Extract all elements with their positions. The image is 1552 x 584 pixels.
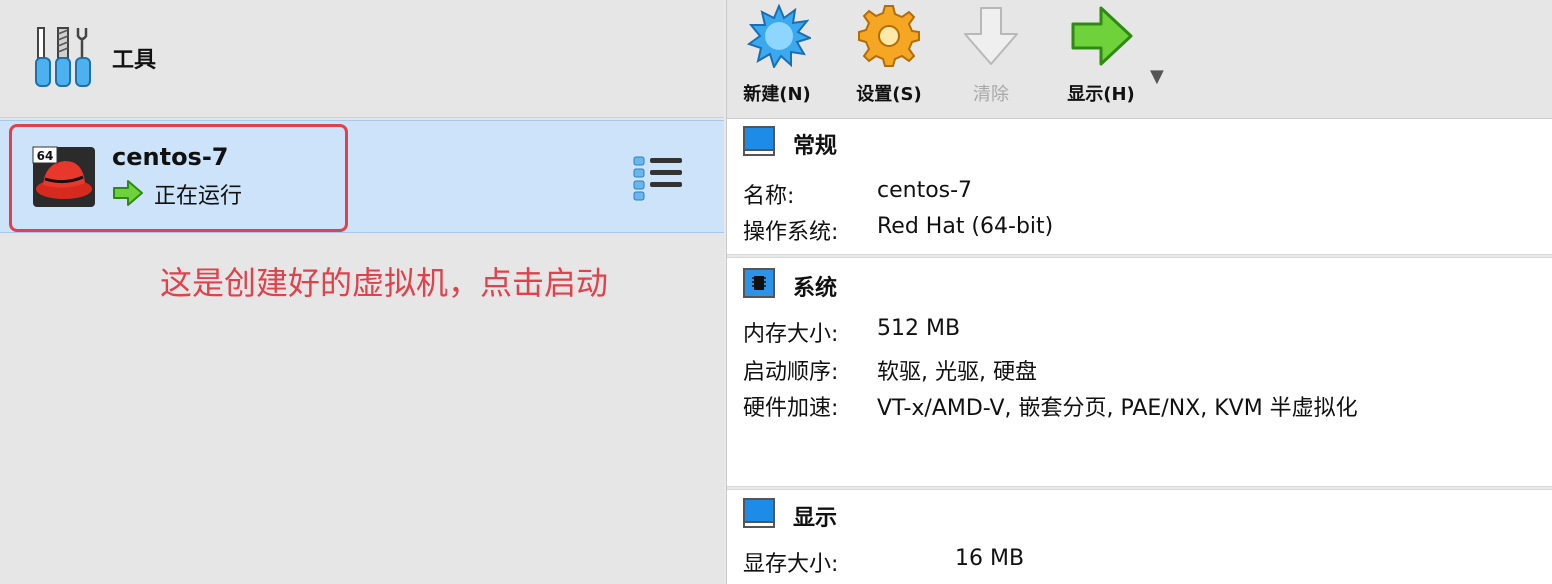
settings-label: 设置(S) [856, 84, 922, 105]
tools-item[interactable]: 工具 [0, 0, 724, 118]
show-label: 显示(H) [1067, 84, 1135, 105]
detail-row-name: 名称: centos-7 [743, 178, 972, 210]
acceleration-key: 硬件加速: [743, 396, 839, 421]
display-monitor-icon [743, 498, 775, 528]
display-title: 显示 [793, 506, 838, 531]
list-menu-icon[interactable] [632, 155, 684, 201]
new-label: 新建(N) [743, 84, 811, 105]
name-value: centos-7 [877, 178, 973, 203]
settings-button[interactable]: 设置(S) [847, 0, 931, 118]
detail-row-boot-order: 启动顺序: 软驱, 光驱, 硬盘 [743, 354, 1037, 386]
detail-row-os: 操作系统: Red Hat (64-bit) [743, 214, 1053, 246]
detail-row-acceleration: 硬件加速: VT-x/AMD-V, 嵌套分页, PAE/NX, KVM 半虚拟化 [743, 390, 1358, 422]
general-title: 常规 [793, 134, 838, 159]
acceleration-value: VT-x/AMD-V, 嵌套分页, PAE/NX, KVM 半虚拟化 [877, 396, 1358, 421]
gear-icon [858, 5, 920, 67]
os-key: 操作系统: [743, 220, 839, 245]
tools-label: 工具 [112, 48, 157, 73]
discard-button[interactable]: 清除 [951, 0, 1031, 118]
boot-order-value: 软驱, 光驱, 硬盘 [877, 360, 1037, 385]
name-key: 名称: [743, 184, 795, 209]
memory-value: 512 MB [877, 316, 961, 341]
new-starburst-icon [747, 4, 811, 68]
show-arrow-icon [1071, 6, 1133, 66]
system-section: 系统 内存大小: 512 MB 启动顺序: 软驱, 光驱, 硬盘 硬件加速: V… [727, 258, 1552, 486]
annotation-text: 这是创建好的虚拟机，点击启动 [160, 264, 609, 302]
detail-row-memory: 内存大小: 512 MB [743, 316, 960, 348]
annotation-highlight-box [9, 124, 348, 232]
vm-list-pane: 工具 64 centos-7 正在运行 这是创建好的虚拟机，点击启动 [0, 0, 724, 584]
vram-key: 显存大小: [743, 552, 839, 577]
detail-row-vram: 显存大小: 16 MB [743, 546, 1024, 578]
discard-arrow-down-icon [964, 7, 1018, 65]
memory-key: 内存大小: [743, 322, 839, 347]
chip-icon [743, 268, 775, 298]
display-section: 显示 显存大小: 16 MB [727, 490, 1552, 584]
boot-order-key: 启动顺序: [743, 360, 839, 385]
discard-label: 清除 [973, 84, 1009, 105]
tools-icon [35, 27, 91, 87]
os-value: Red Hat (64-bit) [877, 214, 1054, 239]
toolbar: 新建(N) 设置(S) 清除 显示(H) ▼ [727, 0, 1552, 119]
new-button[interactable]: 新建(N) [735, 0, 819, 118]
general-monitor-icon [743, 126, 775, 156]
general-section: 常规 名称: centos-7 操作系统: Red Hat (64-bit) [727, 120, 1552, 254]
details-pane: 新建(N) 设置(S) 清除 显示(H) ▼ 常规 名称: centos-7 操… [726, 0, 1552, 584]
vram-value: 16 MB [955, 546, 1025, 571]
show-dropdown-chevron-icon[interactable]: ▼ [1150, 66, 1164, 87]
system-title: 系统 [793, 276, 838, 301]
show-button[interactable]: 显示(H) [1059, 0, 1143, 118]
